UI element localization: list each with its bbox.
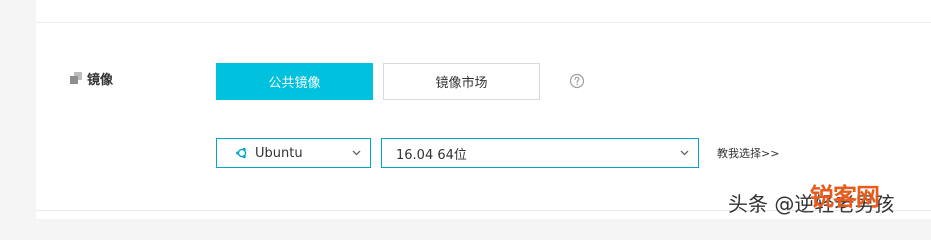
stack-icon xyxy=(70,72,82,84)
os-select[interactable]: Ubuntu xyxy=(216,138,371,168)
chevron-down-icon xyxy=(680,150,689,156)
image-market-tab[interactable]: 镜像市场 xyxy=(383,63,540,100)
question-circle-icon[interactable] xyxy=(569,73,585,89)
chevron-down-icon xyxy=(352,150,361,156)
public-image-tab-label: 公共镜像 xyxy=(268,76,321,91)
ubuntu-icon xyxy=(236,147,247,159)
watermark-logo: 锐客网 xyxy=(810,183,880,211)
watermark: 头条 @逆轻老男孩 锐客网 xyxy=(728,183,931,216)
teach-me-choose-link[interactable]: 教我选择>> xyxy=(717,145,779,161)
public-image-tab[interactable]: 公共镜像 xyxy=(216,63,373,100)
version-select-value: 16.04 64位 xyxy=(396,147,467,163)
version-select[interactable]: 16.04 64位 xyxy=(381,138,699,168)
image-section-label: 镜像 xyxy=(87,72,114,88)
section-divider-top xyxy=(36,22,931,23)
image-section-heading: 镜像 xyxy=(70,69,114,88)
os-select-value: Ubuntu xyxy=(255,145,303,161)
image-market-tab-label: 镜像市场 xyxy=(435,76,488,91)
